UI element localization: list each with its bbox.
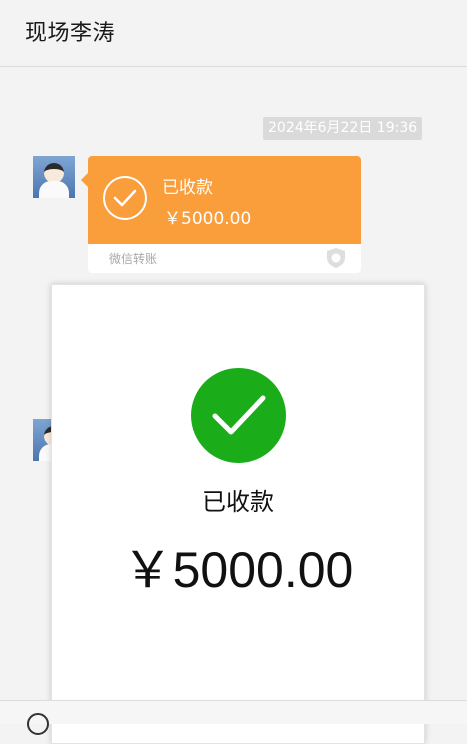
transfer-card-footer: 微信转账 bbox=[88, 244, 361, 273]
avatar[interactable] bbox=[33, 156, 75, 198]
check-icon bbox=[191, 368, 286, 463]
payment-status: 已收款 bbox=[202, 488, 274, 516]
message-timestamp: 2024年6月22日 19:36 bbox=[263, 117, 423, 140]
payment-amount: ￥5000.00 bbox=[122, 542, 354, 598]
avatar-body bbox=[39, 181, 69, 198]
emoji-icon[interactable] bbox=[27, 713, 49, 735]
input-bar bbox=[0, 700, 467, 735]
transfer-amount: ￥5000.00 bbox=[164, 209, 252, 229]
check-circle-icon bbox=[103, 176, 147, 220]
chat-title: 现场李涛 bbox=[25, 21, 116, 46]
transfer-card-header: 已收款 ￥5000.00 bbox=[88, 156, 361, 244]
payment-received-panel: 已收款 ￥5000.00 bbox=[51, 284, 425, 744]
transfer-message-card[interactable]: 已收款 ￥5000.00 微信转账 bbox=[81, 156, 361, 273]
avatar-face bbox=[44, 163, 64, 183]
chat-header: 现场李涛 bbox=[0, 0, 467, 67]
bubble-arrow bbox=[81, 173, 88, 187]
transfer-status: 已收款 bbox=[162, 178, 213, 198]
transfer-type-label: 微信转账 bbox=[109, 252, 158, 266]
shield-icon bbox=[325, 247, 347, 273]
